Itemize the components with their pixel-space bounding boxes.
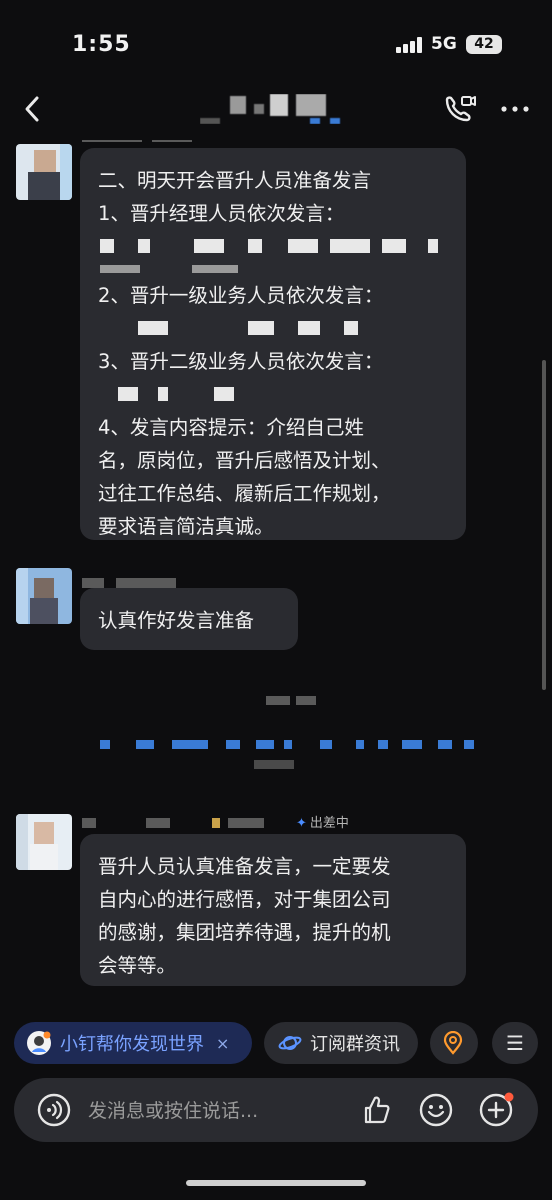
assistant-chip-close[interactable]: × bbox=[216, 1034, 229, 1053]
message-line: 会等等。 bbox=[98, 954, 177, 977]
assistant-avatar-icon bbox=[27, 1031, 51, 1055]
sender-name-blurred bbox=[82, 814, 292, 832]
message-input[interactable] bbox=[86, 1092, 350, 1130]
message-line: 晋升人员认真准备发言，一定要发 bbox=[98, 855, 391, 878]
subscribe-chip-label: 订阅群资讯 bbox=[310, 1034, 400, 1055]
message-bubble[interactable]: 认真作好发言准备 bbox=[80, 588, 298, 650]
message-line: 过往工作总结、履新后工作规划， bbox=[98, 482, 391, 505]
home-indicator[interactable] bbox=[186, 1180, 366, 1186]
message-bubble[interactable]: 晋升人员认真准备发言，一定要发 自内心的进行感悟，对于集团公司 的感谢，集团培养… bbox=[80, 834, 466, 986]
planet-icon bbox=[278, 1036, 302, 1050]
battery-indicator: 42 bbox=[466, 35, 502, 54]
emoji-icon[interactable] bbox=[418, 1092, 454, 1128]
message-line: 的感谢，集团培养待遇，提升的机 bbox=[98, 921, 391, 944]
message-line: 要求语言简洁真诚。 bbox=[98, 515, 274, 538]
message-line: 自内心的进行感悟，对于集团公司 bbox=[98, 888, 391, 911]
network-type: 5G bbox=[431, 34, 457, 54]
sender-name-blurred bbox=[82, 140, 202, 146]
message-composer bbox=[14, 1078, 538, 1142]
redacted-names bbox=[98, 378, 448, 411]
message-line: 二、明天开会晋升人员准备发言 bbox=[98, 169, 372, 192]
chat-title[interactable] bbox=[200, 94, 360, 124]
status-badge: ✦ 出差中 bbox=[296, 816, 349, 831]
location-chip[interactable] bbox=[430, 1022, 478, 1064]
voice-input-icon[interactable] bbox=[36, 1092, 72, 1128]
status-time: 1:55 bbox=[72, 32, 131, 57]
message-line: 名，原岗位，晋升后感悟及计划、 bbox=[98, 449, 391, 472]
location-pin-icon bbox=[443, 1031, 463, 1055]
sender-avatar[interactable] bbox=[16, 144, 72, 200]
back-arrow-icon[interactable] bbox=[18, 94, 48, 124]
message-line: 4、发言内容提示：介绍自己姓 bbox=[98, 416, 364, 439]
message-bubble[interactable]: 二、明天开会晋升人员准备发言 1、晋升经理人员依次发言： 2、晋升一级业务人员依… bbox=[80, 148, 466, 540]
thumbs-up-icon[interactable] bbox=[358, 1092, 394, 1128]
message-text: 认真作好发言准备 bbox=[98, 609, 255, 632]
signal-icon bbox=[396, 37, 422, 53]
message-line: 2、晋升一级业务人员依次发言： bbox=[98, 284, 384, 307]
video-call-icon[interactable] bbox=[442, 94, 476, 124]
menu-icon: ☰ bbox=[506, 1031, 524, 1055]
assistant-chip[interactable]: 小钉帮你发现世界 × bbox=[14, 1022, 252, 1064]
redacted-names bbox=[98, 230, 448, 263]
notification-dot bbox=[504, 1092, 514, 1102]
system-notice-blurred bbox=[100, 694, 500, 774]
redacted-names bbox=[98, 312, 448, 345]
sender-avatar[interactable] bbox=[16, 568, 72, 624]
message-line: 1、晋升经理人员依次发言： bbox=[98, 202, 345, 225]
status-bar: 1:55 5G 42 bbox=[0, 0, 552, 80]
subscribe-chip[interactable]: 订阅群资讯 bbox=[264, 1022, 418, 1064]
travel-status-icon: ✦ bbox=[296, 816, 307, 831]
assistant-chip-label: 小钉帮你发现世界 bbox=[60, 1034, 204, 1055]
chat-header bbox=[0, 80, 552, 140]
quick-action-bar: 小钉帮你发现世界 × 订阅群资讯 ☰ bbox=[0, 1018, 552, 1070]
more-options-icon[interactable] bbox=[498, 96, 532, 122]
chat-message-list: 二、明天开会晋升人员准备发言 1、晋升经理人员依次发言： 2、晋升一级业务人员依… bbox=[0, 140, 552, 1010]
menu-button[interactable]: ☰ bbox=[492, 1022, 538, 1064]
add-attachment-icon[interactable] bbox=[478, 1092, 514, 1128]
message-line: 3、晋升二级业务人员依次发言： bbox=[98, 350, 384, 373]
redacted-names bbox=[98, 263, 448, 279]
sender-avatar[interactable] bbox=[16, 814, 72, 870]
